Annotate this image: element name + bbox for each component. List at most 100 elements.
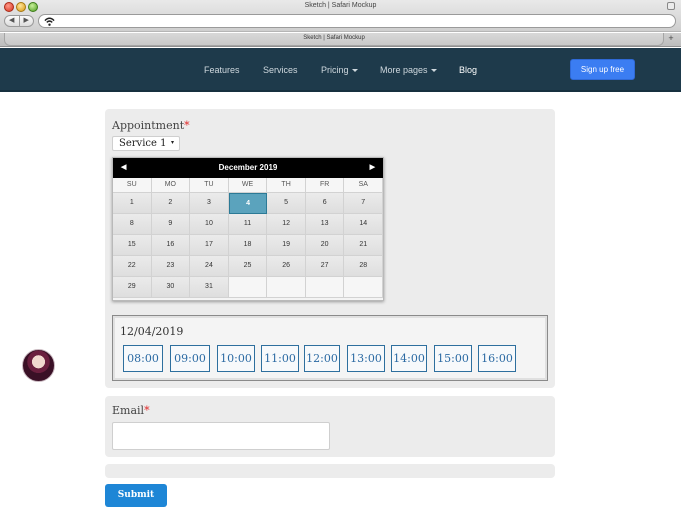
calendar-day[interactable]: 17 [190, 235, 229, 256]
selected-date: 12/04/2019 [120, 325, 184, 338]
nav-services-label: Services [263, 65, 298, 75]
weekday-label: TU [190, 178, 229, 193]
sign-up-button[interactable]: Sign up free [570, 59, 635, 80]
calendar-header: ◀ December 2019 ▶ [113, 158, 383, 178]
email-section: Email* [105, 396, 555, 457]
calendar-empty-cell [228, 277, 268, 298]
time-slot-button[interactable]: 15:00 [434, 345, 472, 372]
weekday-label: TH [267, 178, 306, 193]
nav-blog[interactable]: Blog [459, 65, 477, 75]
calendar-day[interactable]: 29 [113, 277, 152, 298]
calendar-day[interactable]: 8 [113, 214, 152, 235]
calendar-grid: SU MO TU WE TH FR SA 1 2 3 4 5 6 7 8 9 10 11 12 13 14 15 16 17 1… [113, 178, 384, 298]
window-title: Sketch | Safari Mockup [304, 2, 377, 9]
calendar-day[interactable]: 31 [190, 277, 229, 298]
nav-features[interactable]: Features [204, 65, 240, 75]
calendar-day[interactable]: 26 [267, 256, 306, 277]
calendar-day[interactable]: 13 [305, 214, 345, 235]
chevron-down-icon [351, 69, 358, 73]
appointment-label: Appointment* [112, 119, 190, 132]
calendar-day-selected[interactable]: 4 [228, 193, 268, 214]
calendar-week-row: 29 30 31 [113, 277, 384, 298]
nav-more-pages-label: More pages [380, 65, 428, 75]
weekday-header-row: SU MO TU WE TH FR SA [113, 178, 384, 193]
time-slot-button[interactable]: 13:00 [347, 345, 385, 372]
browser-titlebar: Sketch | Safari Mockup ◀ ▶ [0, 0, 681, 32]
time-slot-button[interactable]: 11:00 [261, 345, 299, 372]
date-picker: ◀ December 2019 ▶ SU MO TU WE TH FR SA 1 2 3 4 5 6 7 8… [112, 157, 384, 301]
calendar-week-row: 8 9 10 11 12 13 14 [113, 214, 384, 235]
calendar-day[interactable]: 23 [151, 256, 191, 277]
toolbar-toggle-button[interactable] [667, 2, 675, 10]
calendar-week-row: 1234567 [113, 193, 384, 214]
calendar-day[interactable]: 25 [228, 256, 268, 277]
calendar-day[interactable]: 12 [267, 214, 306, 235]
next-month-button[interactable]: ▶ [370, 158, 375, 178]
service-select[interactable]: Service 1 ▾ [112, 136, 180, 151]
nav-features-label: Features [204, 65, 240, 75]
prev-month-button[interactable]: ◀ [121, 158, 126, 178]
time-slot-button[interactable]: 08:00 [123, 345, 163, 372]
email-field[interactable] [112, 422, 330, 450]
calendar-day[interactable]: 15 [113, 235, 152, 256]
tab-active[interactable]: Sketch | Safari Mockup [4, 33, 664, 46]
time-slot-button[interactable]: 16:00 [478, 345, 516, 372]
calendar-day[interactable]: 22 [113, 256, 152, 277]
back-button[interactable]: ◀ [5, 16, 20, 26]
weekday-label: SA [344, 178, 384, 193]
new-tab-button[interactable]: + [665, 33, 677, 45]
calendar-day[interactable]: 21 [344, 235, 384, 256]
calendar-empty-cell [267, 277, 306, 298]
calendar-day[interactable]: 1 [113, 193, 152, 214]
time-slot-button[interactable]: 10:00 [217, 345, 255, 372]
service-select-value: Service 1 [119, 138, 167, 149]
chevron-down-icon: ▾ [170, 140, 174, 146]
nav-services[interactable]: Services [263, 65, 298, 75]
calendar-day[interactable]: 7 [344, 193, 384, 214]
tab-bar: Sketch | Safari Mockup + [0, 33, 681, 47]
calendar-day[interactable]: 28 [344, 256, 384, 277]
calendar-day[interactable]: 16 [151, 235, 191, 256]
weekday-label: SU [113, 178, 152, 193]
required-mark: * [144, 404, 150, 417]
empty-section [105, 464, 555, 478]
wifi-icon [44, 17, 55, 26]
calendar-day[interactable]: 27 [305, 256, 345, 277]
nav-more-pages[interactable]: More pages [380, 65, 437, 75]
nav-blog-label: Blog [459, 65, 478, 75]
history-nav: ◀ ▶ [4, 15, 34, 27]
calendar-day[interactable]: 24 [190, 256, 229, 277]
weekday-label: WE [228, 178, 268, 193]
chevron-down-icon [430, 69, 437, 73]
time-slot-button[interactable]: 09:00 [170, 345, 210, 372]
calendar-day[interactable]: 11 [228, 214, 268, 235]
site-navbar: Features Services Pricing More pages Blo… [0, 48, 681, 92]
calendar-week-row: 15 16 17 18 19 20 21 [113, 235, 384, 256]
calendar-day[interactable]: 2 [151, 193, 191, 214]
weekday-label: MO [151, 178, 191, 193]
calendar-empty-cell [305, 277, 345, 298]
calendar-day[interactable]: 5 [267, 193, 306, 214]
time-slot-panel: 12/04/2019 08:00 09:00 10:00 11:00 12:00 13:0… [112, 315, 548, 381]
time-slot-button[interactable]: 14:00 [391, 345, 427, 372]
forward-button[interactable]: ▶ [20, 16, 34, 26]
email-label-text: Email [112, 404, 145, 417]
address-bar[interactable] [38, 14, 676, 28]
calendar-day[interactable]: 19 [267, 235, 306, 256]
calendar-day[interactable]: 30 [151, 277, 191, 298]
appointment-section: Appointment* Service 1 ▾ ◀ December 2019… [105, 109, 555, 388]
calendar-day[interactable]: 10 [190, 214, 229, 235]
calendar-week-row: 22 23 24 25 26 27 28 [113, 256, 384, 277]
calendar-day[interactable]: 20 [305, 235, 345, 256]
avatar[interactable] [22, 349, 55, 382]
calendar-day[interactable]: 18 [228, 235, 268, 256]
calendar-day[interactable]: 3 [190, 193, 229, 214]
email-label: Email* [112, 404, 150, 417]
calendar-month-label: December 2019 [218, 163, 278, 172]
calendar-day[interactable]: 9 [151, 214, 191, 235]
submit-button[interactable]: Submit [105, 484, 167, 507]
calendar-day[interactable]: 14 [344, 214, 384, 235]
calendar-day[interactable]: 6 [305, 193, 345, 214]
time-slot-button[interactable]: 12:00 [304, 345, 340, 372]
nav-pricing[interactable]: Pricing [321, 65, 358, 75]
